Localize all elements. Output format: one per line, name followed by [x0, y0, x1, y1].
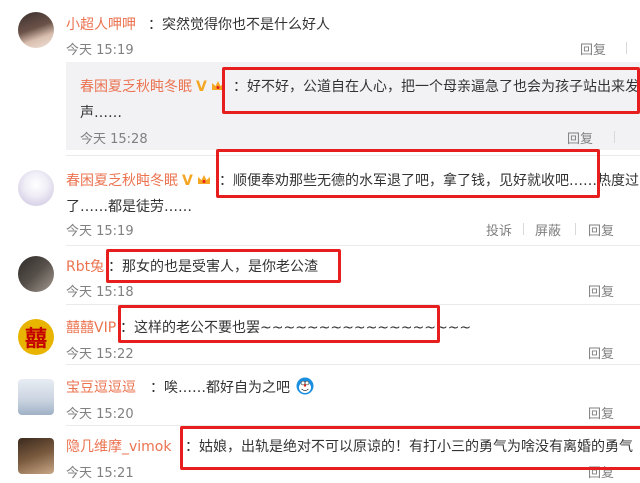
comment-item: Rbt兔 ：那女的也是受害人，是你老公渣 今天 15:18 回复 [0, 246, 640, 306]
doraemon-emoji-icon [296, 377, 314, 395]
comment-item: 春困夏乏秋盹冬眠 V ：好不好，公道自在人心，把一个母亲逼急了也会为孩子站出来发 … [0, 62, 640, 150]
action-separator [575, 223, 576, 235]
reply-button[interactable]: 回复 [588, 343, 614, 362]
comment-username[interactable]: 春困夏乏秋盹冬眠 V [66, 170, 211, 190]
comment-username[interactable]: 囍囍VIP [66, 317, 116, 337]
crown-icon [198, 175, 211, 184]
verified-v-icon: V [196, 79, 207, 95]
comment-username[interactable]: 小超人呷呷 [66, 14, 136, 34]
avatar[interactable] [18, 12, 54, 48]
comment-time: 今天 15:21 [66, 466, 134, 481]
verified-v-icon: V [182, 173, 193, 189]
reply-button[interactable]: 回复 [588, 462, 614, 481]
reply-button[interactable]: 回复 [588, 403, 614, 422]
comment-text: ：顺便奉劝那些无德的水军退了吧，拿了钱，见好就收吧……热度过 [219, 173, 639, 189]
comment-text: ：这样的老公不要也罢~~~~~~~~~~~~~~~~~~ [120, 320, 472, 336]
comment-time: 今天 15:18 [66, 285, 134, 300]
comment-username[interactable]: 隐几维摩_vimok [66, 436, 172, 456]
comment-item: 囍 囍囍VIP ：这样的老公不要也罢~~~~~~~~~~~~~~~~~~ 今天 … [0, 305, 640, 365]
comment-time: 今天 15:22 [66, 347, 134, 362]
comment-username[interactable]: Rbt兔 [66, 256, 104, 276]
avatar[interactable] [18, 438, 54, 474]
report-button[interactable]: 投诉 [486, 220, 512, 239]
comment-item: 宝豆逗逗逗 ：唉……都好自为之吧 今天 15:20 回复 [0, 365, 640, 425]
comment-username[interactable]: 春困夏乏秋盹冬眠 V [80, 76, 225, 96]
comment-item: 春困夏乏秋盹冬眠 V ：顺便奉劝那些无德的水军退了吧，拿了钱，见好就收吧……热度过… [0, 156, 640, 246]
reply-button[interactable]: 回复 [588, 220, 614, 239]
comment-username[interactable]: 宝豆逗逗逗 [66, 377, 136, 397]
reply-button[interactable]: 回复 [580, 39, 606, 58]
comment-time: 今天 15:19 [66, 224, 134, 239]
action-separator [523, 223, 524, 235]
crown-icon [212, 81, 225, 90]
action-separator [626, 42, 627, 54]
avatar-glyph: 囍 [24, 327, 47, 352]
comment-item: 小超人呷呷 ：突然觉得你也不是什么好人 今天 15:19 回复 [0, 0, 640, 60]
comment-text-continued: 了……都是徒劳…… [66, 199, 192, 215]
comment-text-continued: 声…… [80, 105, 122, 121]
avatar[interactable] [18, 256, 54, 292]
comment-text: ：唉……都好自为之吧 [150, 377, 314, 397]
comment-text: ：突然觉得你也不是什么好人 [148, 17, 330, 33]
comment-item: 隐几维摩_vimok ：姑娘，出轨是绝对不可以原谅的！有打小三的勇气为啥没有离婚… [0, 426, 640, 483]
comment-text: ：好不好，公道自在人心，把一个母亲逼急了也会为孩子站出来发 [233, 79, 639, 95]
comment-time: 今天 15:19 [66, 43, 134, 58]
avatar[interactable] [18, 379, 54, 415]
comment-text: ：那女的也是受害人，是你老公渣 [108, 259, 318, 275]
comment-time: 今天 15:20 [66, 407, 134, 422]
action-separator [614, 131, 615, 143]
comment-text: ：姑娘，出轨是绝对不可以原谅的！有打小三的勇气为啥没有离婚的勇气 [185, 439, 633, 455]
reply-button[interactable]: 回复 [567, 128, 593, 147]
block-button[interactable]: 屏蔽 [535, 220, 561, 239]
reply-button[interactable]: 回复 [588, 281, 614, 300]
avatar[interactable] [18, 170, 54, 206]
avatar[interactable]: 囍 [18, 319, 54, 355]
comment-time: 今天 15:28 [80, 132, 148, 147]
